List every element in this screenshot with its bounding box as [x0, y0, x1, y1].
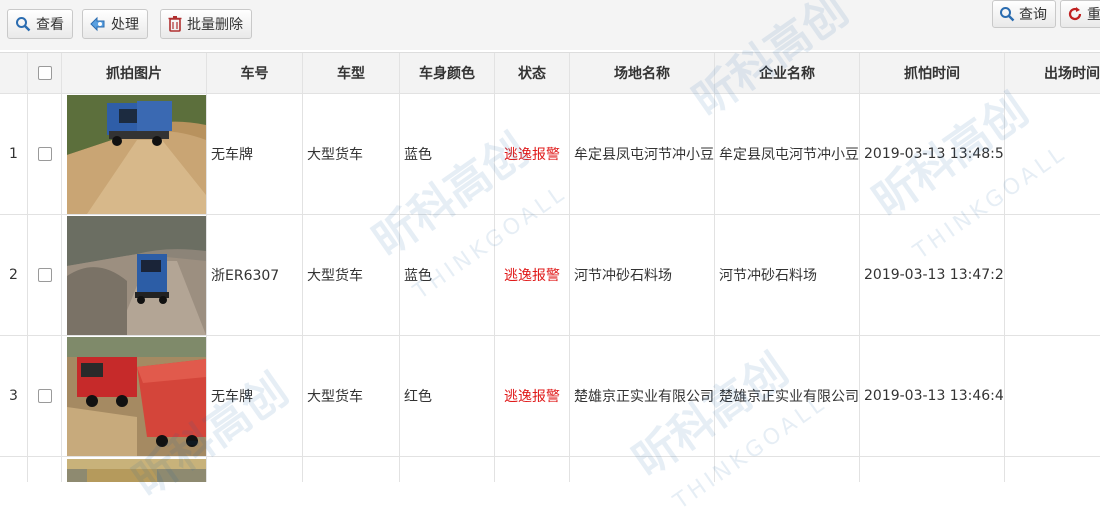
process-button[interactable]: 处理	[82, 9, 148, 39]
exit-time-cell	[1005, 94, 1100, 214]
type-cell: 大型货车	[303, 336, 400, 456]
header-company[interactable]: 企业名称	[715, 53, 860, 93]
capture-time-cell: 2019-03-13 13:46:45	[860, 336, 1005, 456]
empty-cell	[207, 457, 303, 482]
empty-cell	[1005, 457, 1100, 482]
exit-time-cell	[1005, 336, 1100, 456]
row-select[interactable]	[28, 94, 62, 214]
reset-button-label: 重	[1087, 7, 1100, 23]
header-status[interactable]: 状态	[495, 53, 570, 93]
row-checkbox[interactable]	[37, 389, 52, 403]
row-index: 3	[0, 336, 28, 456]
header-site[interactable]: 场地名称	[570, 53, 715, 93]
refresh-icon	[1067, 5, 1083, 23]
header-photo[interactable]: 抓拍图片	[62, 53, 207, 93]
empty-cell	[715, 457, 860, 482]
company-cell: 牟定县凤屯河节冲小豆	[715, 94, 860, 214]
color-cell: 蓝色	[400, 94, 495, 214]
row-select[interactable]	[28, 336, 62, 456]
header-exit-time[interactable]: 出场时间	[1005, 53, 1100, 93]
header-capture-time[interactable]: 抓怕时间	[860, 53, 1005, 93]
search-icon	[14, 15, 32, 33]
batch-delete-button-label: 批量删除	[187, 17, 243, 33]
header-type[interactable]: 车型	[303, 53, 400, 93]
row-index	[0, 457, 28, 482]
table-row[interactable]: 2 浙ER6307 大型货车 蓝色 逃逸报警 河节冲砂石料场 河节冲砂石料场 2…	[0, 215, 1100, 336]
photo-cell	[62, 336, 207, 456]
empty-cell	[303, 457, 400, 482]
status-cell[interactable]: 逃逸报警	[495, 336, 570, 456]
plate-cell: 无车牌	[207, 336, 303, 456]
header-plate[interactable]: 车号	[207, 53, 303, 93]
row-index: 2	[0, 215, 28, 335]
status-cell[interactable]: 逃逸报警	[495, 215, 570, 335]
view-button[interactable]: 查看	[7, 9, 73, 39]
row-checkbox[interactable]	[37, 268, 52, 282]
truck-photo[interactable]	[67, 95, 206, 214]
header-rownum	[0, 53, 28, 93]
empty-cell	[860, 457, 1005, 482]
capture-time-cell: 2019-03-13 13:47:21	[860, 215, 1005, 335]
site-cell: 河节冲砂石料场	[570, 215, 715, 335]
toolbar: 查看 处理 批量删除 查询 重	[0, 0, 1100, 50]
query-button[interactable]: 查询	[992, 0, 1056, 28]
row-select[interactable]	[28, 215, 62, 335]
table-header: 抓拍图片 车号 车型 车身颜色 状态 场地名称 企业名称 抓怕时间 出场时间	[0, 52, 1100, 94]
table-row[interactable]: 3 无车牌 大型货车 红色 逃逸报警 楚雄京正实业有限公司 楚雄京正实业有限公司…	[0, 336, 1100, 457]
site-cell: 楚雄京正实业有限公司	[570, 336, 715, 456]
plate-cell: 浙ER6307	[207, 215, 303, 335]
status-cell[interactable]: 逃逸报警	[495, 94, 570, 214]
capture-time-cell: 2019-03-13 13:48:50	[860, 94, 1005, 214]
edit-icon	[89, 15, 107, 33]
header-color[interactable]: 车身颜色	[400, 53, 495, 93]
truck-photo[interactable]	[67, 337, 206, 456]
plate-cell: 无车牌	[207, 94, 303, 214]
color-cell: 红色	[400, 336, 495, 456]
search-icon	[999, 5, 1015, 23]
row-checkbox[interactable]	[37, 147, 52, 161]
truck-photo[interactable]	[67, 459, 206, 482]
view-button-label: 查看	[36, 17, 64, 33]
type-cell: 大型货车	[303, 94, 400, 214]
empty-cell	[400, 457, 495, 482]
row-index: 1	[0, 94, 28, 214]
type-cell: 大型货车	[303, 215, 400, 335]
truck-photo[interactable]	[67, 216, 206, 335]
site-cell: 牟定县凤屯河节冲小豆	[570, 94, 715, 214]
color-cell: 蓝色	[400, 215, 495, 335]
empty-cell	[570, 457, 715, 482]
empty-cell	[495, 457, 570, 482]
company-cell: 河节冲砂石料场	[715, 215, 860, 335]
table-row[interactable]	[0, 457, 1100, 482]
reset-button[interactable]: 重	[1060, 0, 1100, 28]
capture-table: 抓拍图片 车号 车型 车身颜色 状态 场地名称 企业名称 抓怕时间 出场时间 1	[0, 52, 1100, 482]
exit-time-cell	[1005, 215, 1100, 335]
header-select-all[interactable]	[28, 53, 62, 93]
query-button-label: 查询	[1019, 7, 1047, 23]
photo-cell	[62, 457, 207, 482]
process-button-label: 处理	[111, 17, 139, 33]
photo-cell	[62, 94, 207, 214]
row-select[interactable]	[28, 457, 62, 482]
select-all-checkbox[interactable]	[37, 66, 52, 80]
trash-icon	[167, 15, 183, 33]
photo-cell	[62, 215, 207, 335]
table-row[interactable]: 1 无车牌 大型货车 蓝色 逃逸报警 牟定县凤屯河节冲小豆 牟定县凤屯河节冲小豆…	[0, 94, 1100, 215]
batch-delete-button[interactable]: 批量删除	[160, 9, 252, 39]
company-cell: 楚雄京正实业有限公司	[715, 336, 860, 456]
